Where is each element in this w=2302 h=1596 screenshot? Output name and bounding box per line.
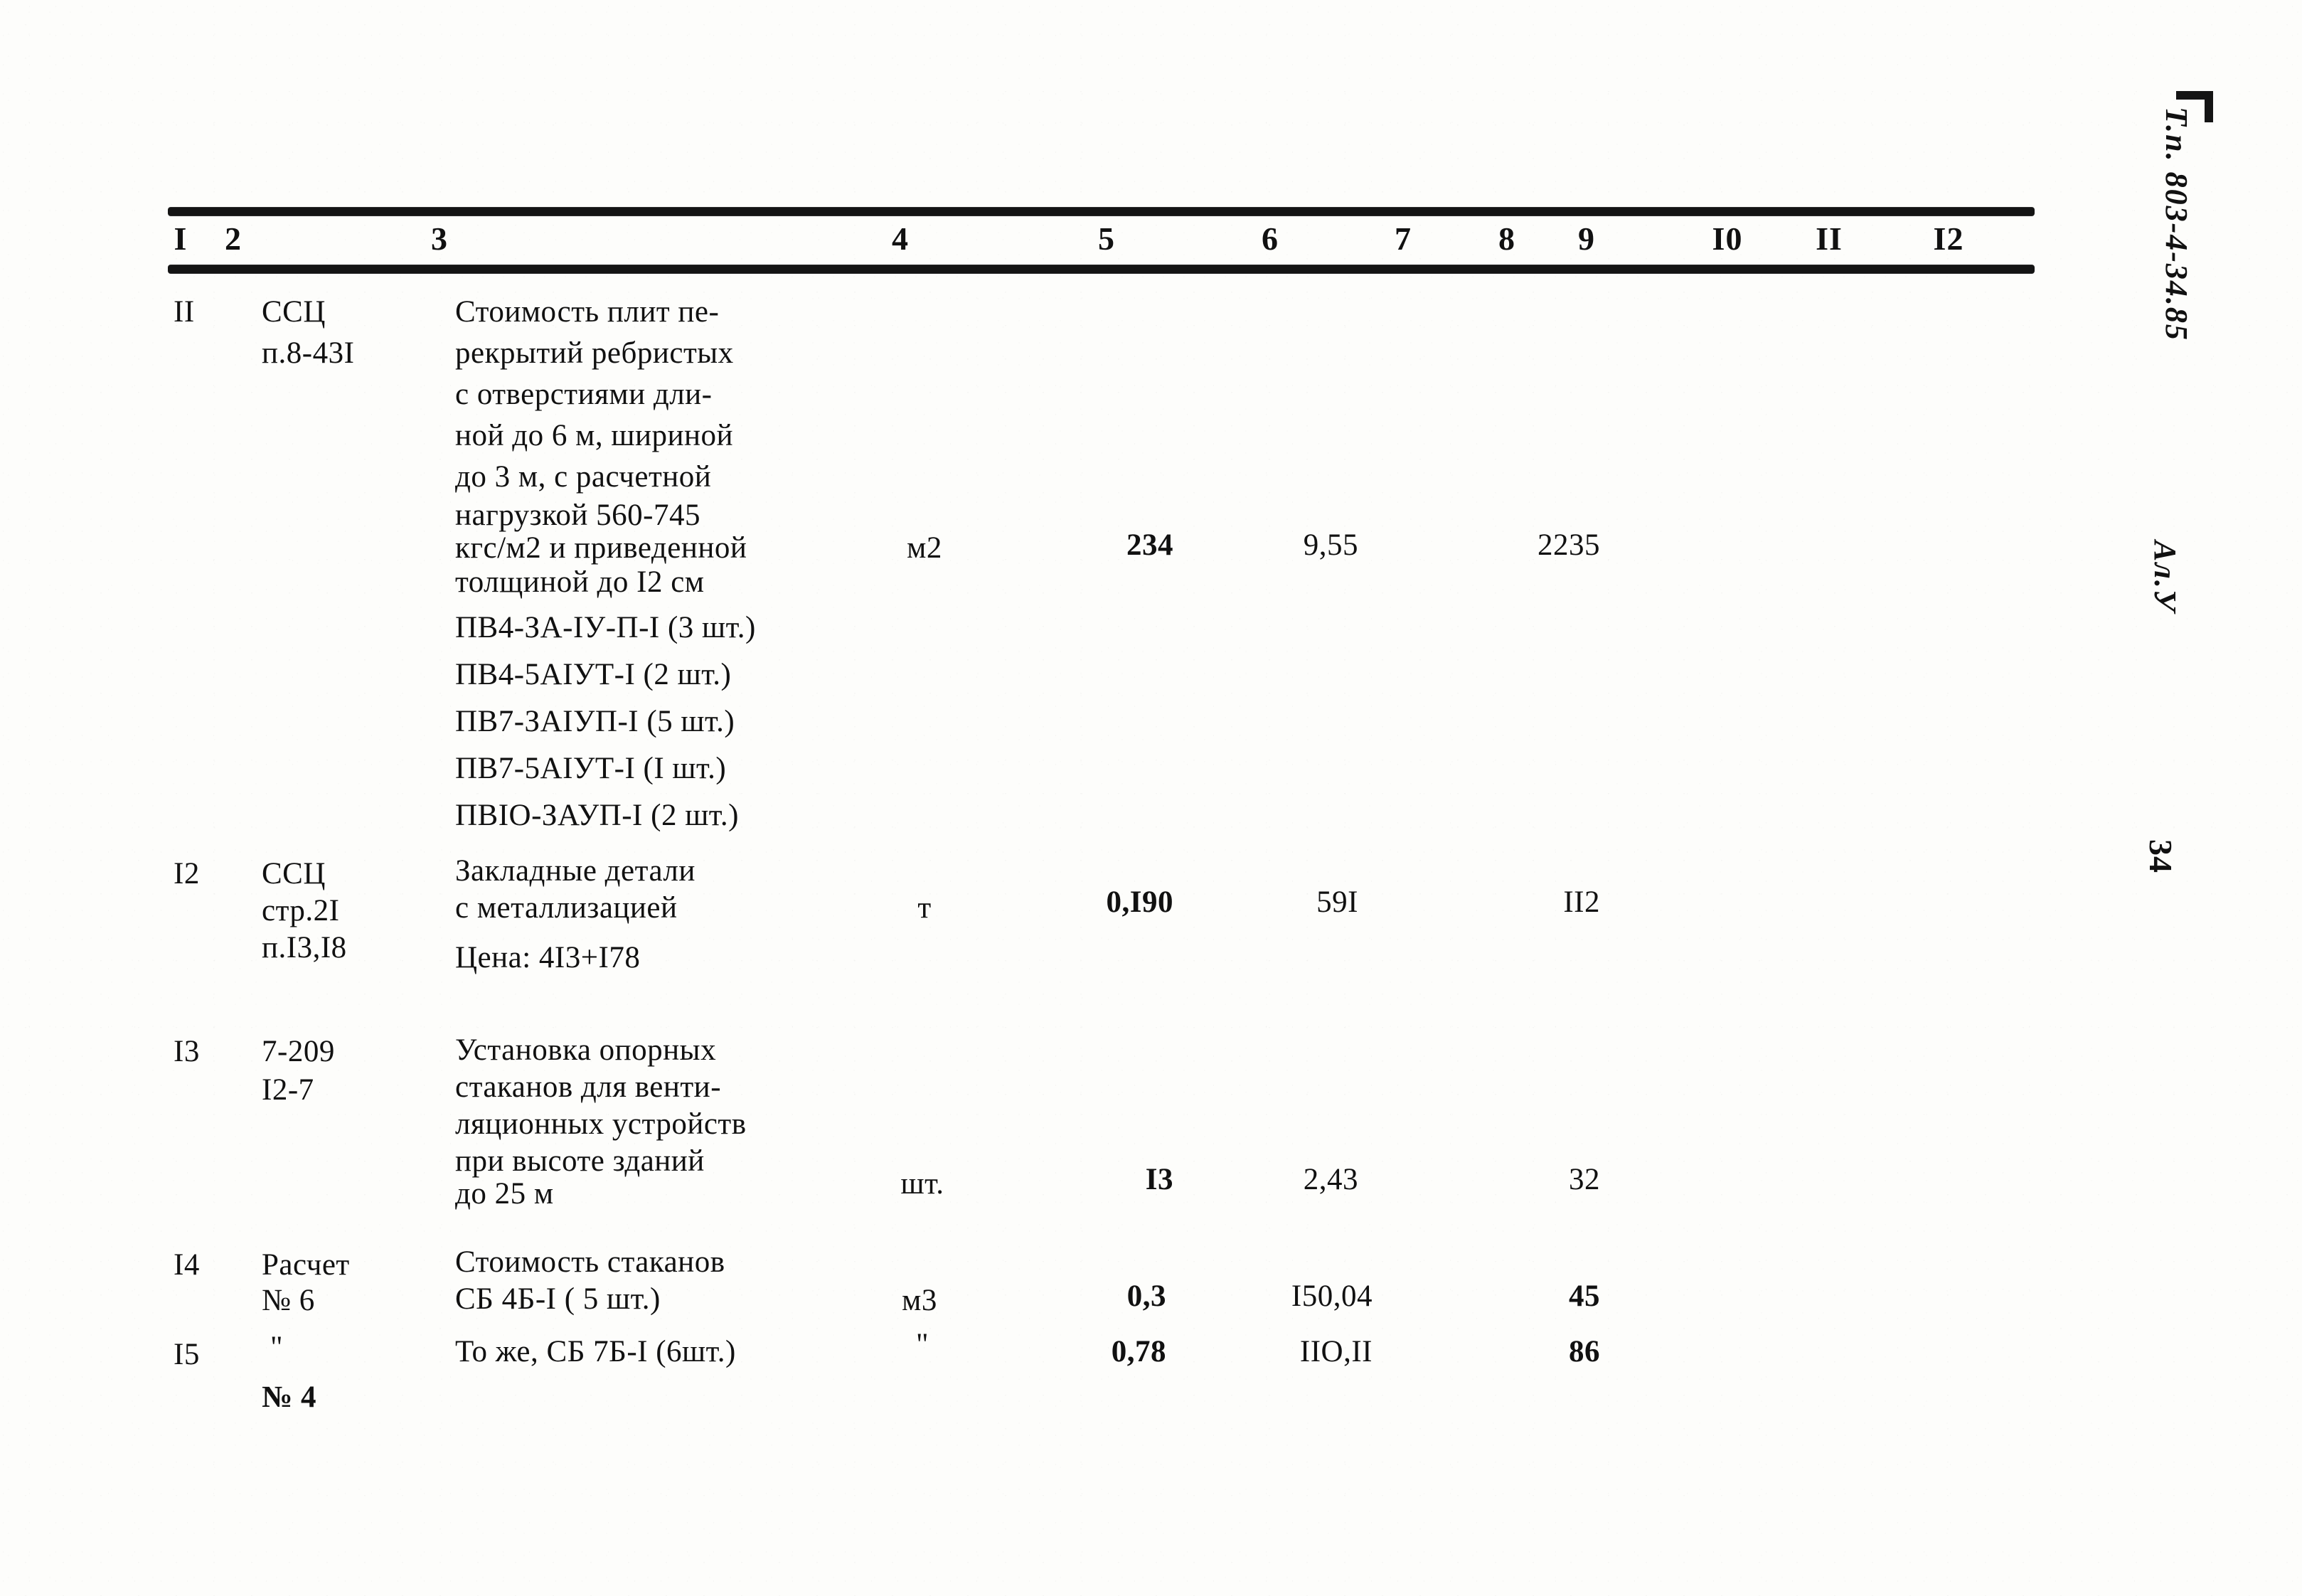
- row-11-number: II: [174, 295, 195, 329]
- row-12-qty: 0,I90: [1106, 885, 1173, 919]
- row-12-note: Цена: 4I3+I78: [455, 941, 641, 974]
- row-13-price: 2,43: [1303, 1163, 1358, 1196]
- row-11-subitem-2: ПВ4-5АIУТ-I (2 шт.): [455, 658, 732, 691]
- row-11-subitem-1: ПВ4-ЗА-IУ-П-I (3 шт.): [455, 611, 756, 644]
- row-11-desc-line-4: ной до 6 м, шириной: [455, 419, 734, 452]
- row-14-qty: 0,3: [1126, 1280, 1166, 1313]
- album-stamp: Ал.У: [2148, 541, 2183, 613]
- row-11-price: 9,55: [1303, 528, 1358, 562]
- row-13-total: 32: [1569, 1163, 1600, 1196]
- row-14-price: I50,04: [1291, 1280, 1373, 1313]
- row-14-desc-line-1: Стоимость стаканов: [455, 1245, 725, 1279]
- row-11-desc-line-8: толщиной до I2 см: [455, 565, 705, 599]
- row-15-qty: 0,78: [1111, 1335, 1166, 1368]
- row-14-unit: м3: [902, 1284, 937, 1317]
- row-12-desc-line-2: с металлизацией: [455, 891, 678, 925]
- row-11-desc-line-3: с отверстиями дли-: [455, 378, 713, 411]
- row-11-desc-line-5: до 3 м, с расчетной: [455, 460, 712, 494]
- row-15-number: I5: [174, 1338, 200, 1371]
- row-14-number: I4: [174, 1248, 200, 1282]
- row-11-code-line1: ССЦ: [262, 295, 326, 329]
- row-13-unit: шт.: [900, 1167, 944, 1201]
- row-12-code-line3: п.I3,I8: [262, 931, 347, 964]
- row-11-qty: 234: [1126, 528, 1173, 562]
- row-13-code-line2: I2-7: [262, 1073, 314, 1107]
- row-12-unit: т: [917, 891, 932, 925]
- row-11-code-line2: п.8-43I: [262, 336, 355, 370]
- row-15-price: IIО,II: [1299, 1335, 1373, 1368]
- row-13-desc-line-2: стаканов для венти-: [455, 1070, 722, 1104]
- row-13-desc-line-1: Установка опорных: [455, 1033, 717, 1067]
- row-14-desc-line-2: СБ 4Б-I ( 5 шт.): [455, 1282, 661, 1316]
- page-number-stamp: 34: [2143, 839, 2179, 873]
- row-11-desc-line-2: рекрытий ребристых: [455, 336, 734, 370]
- row-15-unit: ": [915, 1328, 929, 1361]
- row-11-total: 2235: [1538, 528, 1600, 562]
- row-15-total: 86: [1569, 1335, 1600, 1368]
- row-12-number: I2: [174, 857, 200, 890]
- row-12-desc-line-1: Закладные детали: [455, 854, 696, 888]
- row-11-unit: м2: [907, 531, 942, 565]
- row-15-desc-line-1: То же, СБ 7Б-I (6шт.): [455, 1335, 736, 1368]
- project-code-stamp: Т.п. 803-4-34.85: [2159, 107, 2194, 341]
- table-body: II ССЦ п.8-43I Стоимость плит пе- рекрыт…: [0, 0, 2302, 1596]
- row-13-qty: I3: [1145, 1163, 1173, 1196]
- row-11-desc-line-1: Стоимость плит пе-: [455, 295, 720, 329]
- row-11-subitem-3: ПВ7-ЗАIУП-I (5 шт.): [455, 705, 735, 738]
- row-13-code-line1: 7-209: [262, 1035, 335, 1068]
- row-14-total: 45: [1569, 1280, 1600, 1313]
- row-12-code-line2: стр.2I: [262, 894, 340, 927]
- row-12-code-line1: ССЦ: [262, 857, 326, 890]
- row-13-desc-line-3: ляционных устройств: [455, 1107, 747, 1141]
- row-11-subitem-5: ПВIО-ЗАУП-I (2 шт.): [455, 799, 739, 832]
- row-11-subitem-4: ПВ7-5АIУТ-I (I шт.): [455, 752, 727, 785]
- row-15-code-line1: ": [270, 1331, 284, 1364]
- row-13-desc-line-5: до 25 м: [455, 1177, 554, 1211]
- row-13-number: I3: [174, 1035, 200, 1068]
- document-page: I 2 3 4 5 6 7 8 9 I0 II I2 II ССЦ п.8-43…: [0, 0, 2302, 1596]
- row-12-price: 59I: [1316, 885, 1358, 919]
- row-14-code-line2: № 6: [262, 1284, 315, 1317]
- row-15-code-line2: № 4: [262, 1380, 316, 1414]
- row-12-total: II2: [1563, 885, 1600, 919]
